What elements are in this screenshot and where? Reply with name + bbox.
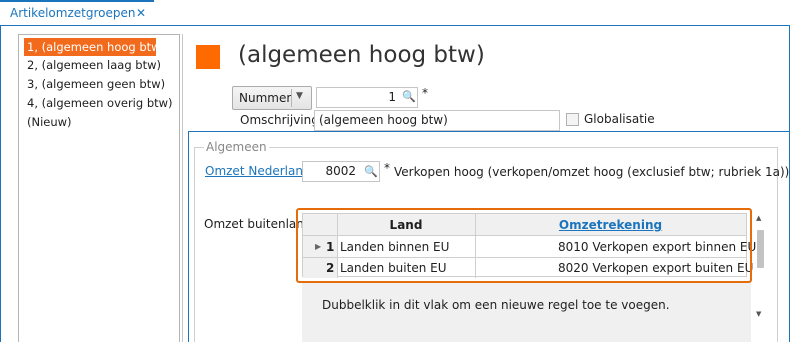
search-icon[interactable]: 🔍 [402,90,416,103]
omschrijving-label: Omschrijving [240,113,319,127]
scroll-up-icon[interactable]: ▲ [756,214,761,222]
record-list: 1, (algemeen hoog btw) 2, (algemeen laag… [18,34,180,342]
globalisatie-checkbox[interactable] [566,113,579,126]
omschrijving-field[interactable]: (algemeen hoog btw) [314,110,560,131]
list-item[interactable]: 2, (algemeen laag btw) [24,56,164,74]
table-highlight [296,208,752,283]
list-item[interactable]: 3, (algemeen geen btw) [24,75,168,93]
close-icon[interactable]: ✕ [136,6,146,20]
globalisatie-label: Globalisatie [584,112,655,126]
nummer-button-label: Nummer [239,91,292,105]
scroll-down-icon[interactable]: ▼ [756,310,761,318]
required-mark: * [422,86,428,100]
vertical-scrollbar[interactable]: ▲ ▼ [753,214,767,324]
new-row-hint: Dubbelklik in dit vlak om een nieuwe reg… [322,298,670,312]
list-item[interactable]: 1, (algemeen hoog btw) [24,38,165,56]
required-mark: * [384,161,390,175]
tab-label: Artikelomzetgroepen [10,6,136,20]
scroll-thumb[interactable] [757,230,764,268]
list-item-new[interactable]: (Nieuw) [24,113,75,131]
tab-underline [0,25,790,26]
list-item[interactable]: 4, (algemeen overig btw) [24,94,176,112]
nummer-dropdown-button[interactable]: Nummer ▼ [232,86,312,110]
divider [291,89,292,107]
omzet-nederland-description: Verkopen hoog (verkopen/omzet hoog (excl… [394,165,790,179]
color-swatch [196,45,220,69]
page-title: (algemeen hoog btw) [238,42,485,68]
chevron-down-icon[interactable]: ▼ [296,91,303,101]
group-title: Algemeen [204,140,269,154]
frame-border-left [0,26,1,342]
omzet-nederland-link[interactable]: Omzet Nederland [205,164,311,178]
splitter[interactable] [182,34,186,342]
tab-bar: Artikelomzetgroepen ✕ [0,0,790,26]
search-icon[interactable]: 🔍 [364,165,378,178]
tab-artikelomzetgroepen[interactable]: Artikelomzetgroepen ✕ [0,0,154,26]
new-row-area[interactable] [302,283,751,342]
